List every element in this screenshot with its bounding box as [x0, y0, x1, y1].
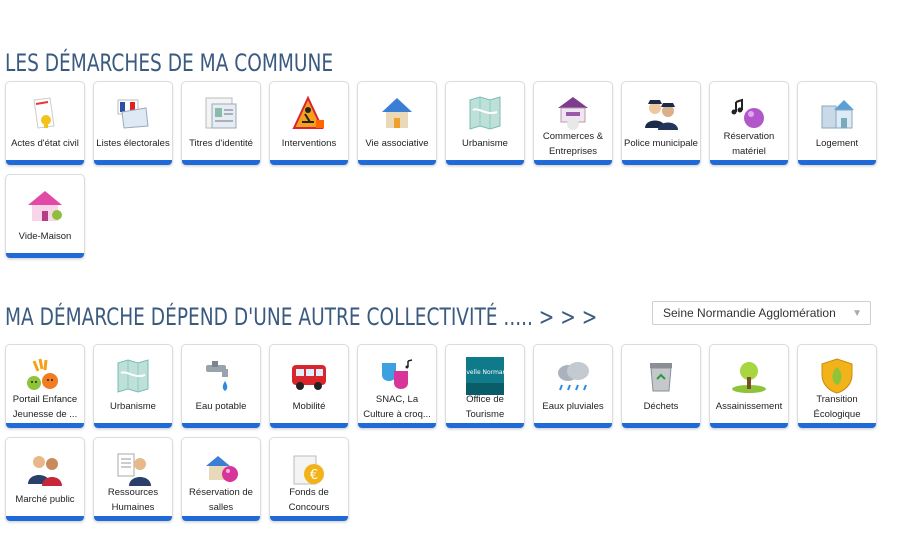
tile-label: Vie associative	[365, 138, 429, 149]
collectivity-select[interactable]: Seine Normandie Agglomération ▼	[652, 301, 871, 325]
trash-icon	[640, 355, 682, 397]
tile-house[interactable]: Vie associative	[357, 81, 437, 166]
ballot-icon	[112, 92, 154, 134]
pink-house-icon	[24, 185, 66, 227]
tile-people[interactable]: Marché public	[5, 437, 85, 522]
svg-text:Nouvelle Normandie: Nouvelle Normandie	[464, 369, 506, 376]
people-icon	[24, 448, 66, 490]
tile-map[interactable]: Urbanisme	[445, 81, 525, 166]
tile-label: Assainissement	[715, 401, 783, 412]
tile-label: Actes d'état civil	[11, 138, 79, 149]
tile-label: Commerces & Entreprises	[542, 130, 604, 157]
tile-label: Mobilité	[292, 401, 326, 412]
tile-label: Réservation de salles	[189, 486, 253, 513]
tile-music[interactable]: Réservation matériel	[709, 81, 789, 166]
tree-icon	[728, 355, 770, 397]
tile-label: Eaux pluviales	[542, 401, 604, 412]
tile-room-booking[interactable]: Réservation de salles	[181, 437, 261, 522]
tile-label: Transition Écologique	[813, 393, 861, 420]
tile-tree[interactable]: Assainissement	[709, 344, 789, 429]
tile-pink-house[interactable]: Vide-Maison	[5, 174, 85, 259]
map-icon	[464, 92, 506, 134]
house-icon	[376, 92, 418, 134]
id-card-icon	[200, 92, 242, 134]
tile-euro[interactable]: € Fonds de Concours	[269, 437, 349, 522]
tile-label: Vide-Maison	[18, 231, 72, 242]
tile-label: Urbanisme	[110, 401, 156, 412]
tile-children[interactable]: Portail Enfance Jeunesse de ...	[5, 344, 85, 429]
chevron-down-icon: ▼	[852, 308, 862, 319]
tile-housing[interactable]: Logement	[797, 81, 877, 166]
tile-label: Titres d'identité	[189, 138, 253, 149]
tile-theatre[interactable]: SNAC, La Culture à croq...	[357, 344, 437, 429]
tile-label: Déchets	[643, 401, 679, 412]
tile-label: Listes électorales	[96, 138, 170, 149]
tile-id-card[interactable]: Titres d'identité	[181, 81, 261, 166]
tile-eco-shield[interactable]: Transition Écologique	[797, 344, 877, 429]
tile-civil-status[interactable]: Actes d'état civil	[5, 81, 85, 166]
map-icon	[112, 355, 154, 397]
housing-icon	[816, 92, 858, 134]
tile-trash[interactable]: Déchets	[621, 344, 701, 429]
police-icon	[640, 92, 682, 134]
tile-label: SNAC, La Culture à croq...	[363, 393, 431, 420]
tile-label: Office de Tourisme	[465, 393, 505, 420]
tile-label: Logement	[815, 138, 859, 149]
tile-label: Urbanisme	[462, 138, 508, 149]
tile-shop[interactable]: Commerces & Entreprises	[533, 81, 613, 166]
tile-label: Marché public	[15, 494, 75, 505]
tile-bus[interactable]: Mobilité	[269, 344, 349, 429]
collectivity-select-value: Seine Normandie Agglomération	[663, 306, 836, 320]
svg-text:€: €	[310, 468, 318, 483]
tile-hr[interactable]: Ressources Humaines	[93, 437, 173, 522]
tile-police[interactable]: Police municipale	[621, 81, 701, 166]
rain-cloud-icon	[552, 355, 594, 397]
tile-label: Interventions	[281, 138, 337, 149]
tap-icon	[200, 355, 242, 397]
tile-label: Ressources Humaines	[107, 486, 159, 513]
tile-tourism[interactable]: Nouvelle Normandie Office de Tourisme	[445, 344, 525, 429]
tile-label: Police municipale	[624, 138, 698, 149]
tile-tap[interactable]: Eau potable	[181, 344, 261, 429]
tile-ballot[interactable]: Listes électorales	[93, 81, 173, 166]
tile-label: Eau potable	[195, 401, 247, 412]
tile-rain-cloud[interactable]: Eaux pluviales	[533, 344, 613, 429]
tile-label: Fonds de Concours	[288, 486, 330, 513]
bus-icon	[288, 355, 330, 397]
tile-label: Portail Enfance Jeunesse de ...	[12, 393, 78, 420]
other-collectivity-section-title: MA DÉMARCHE DÉPEND D'UNE AUTRE COLLECTIV…	[5, 303, 598, 331]
tile-label: Réservation matériel	[723, 130, 775, 157]
tile-roadwork[interactable]: Interventions	[269, 81, 349, 166]
civil-status-icon	[24, 92, 66, 134]
commune-section-title: LES DÉMARCHES DE MA COMMUNE	[5, 49, 334, 77]
tile-map[interactable]: Urbanisme	[93, 344, 173, 429]
roadwork-icon	[288, 92, 330, 134]
